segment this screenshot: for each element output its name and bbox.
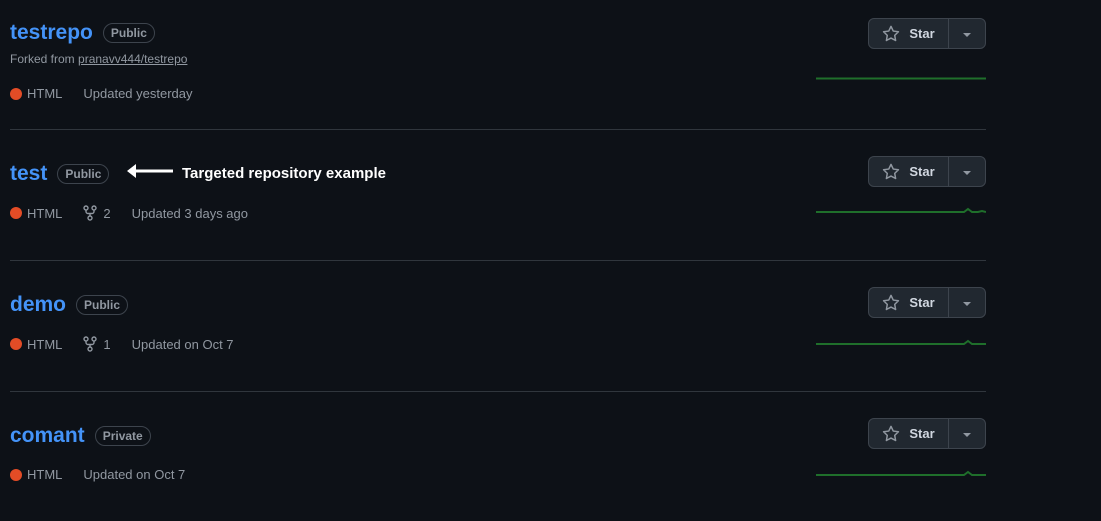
- repo-meta: HTML Updated on Oct 7: [10, 467, 206, 482]
- repo-meta: HTML 2 Updated 3 days ago: [10, 205, 269, 221]
- repo-name-link[interactable]: testrepo: [10, 20, 93, 46]
- repo-language: HTML: [10, 86, 62, 101]
- fork-count: 2: [103, 205, 111, 221]
- language-color-dot: [10, 468, 22, 481]
- repo-title-row: demo Public: [10, 292, 129, 318]
- activity-sparkline: [816, 77, 986, 80]
- chevron-down-icon: [962, 25, 972, 43]
- repo-list-item: testrepo Public Forked from pranavv444/t…: [10, 0, 986, 130]
- visibility-badge: Public: [57, 164, 110, 184]
- repo-language: HTML: [10, 206, 62, 221]
- language-color-dot: [10, 338, 22, 350]
- activity-sparkline: [816, 207, 986, 213]
- star-button-group: Star: [868, 18, 986, 49]
- star-list-dropdown-button[interactable]: [949, 288, 985, 317]
- repo-list-item: demo Public HTML 1 Updated on Oct 7 Star: [10, 261, 986, 392]
- repo-name-link[interactable]: demo: [10, 292, 66, 318]
- star-button-label: Star: [909, 295, 935, 310]
- activity-sparkline: [816, 470, 986, 476]
- fork-count-link[interactable]: 1: [83, 336, 111, 352]
- language-label: HTML: [27, 205, 63, 221]
- updated-time: Updated on Oct 7: [131, 336, 234, 352]
- star-list-dropdown-button[interactable]: [949, 419, 985, 448]
- star-icon: [882, 25, 900, 43]
- repo-name-link[interactable]: test: [10, 161, 47, 187]
- repo-title-row: test Public: [10, 161, 110, 187]
- language-label: HTML: [27, 467, 63, 482]
- repo-language: HTML: [10, 337, 62, 352]
- star-button[interactable]: Star: [869, 19, 949, 48]
- forked-from-text: Forked from pranavv444/testrepo: [10, 52, 187, 66]
- star-icon: [882, 294, 900, 312]
- forked-from-link[interactable]: pranavv444/testrepo: [78, 52, 187, 66]
- language-color-dot: [10, 207, 22, 219]
- star-button-group: Star: [868, 156, 986, 187]
- star-list-dropdown-button[interactable]: [949, 19, 985, 48]
- repo-list-item: comant Private HTML Updated on Oct 7 Sta…: [10, 392, 986, 521]
- forked-from-label: Forked from: [10, 52, 75, 66]
- arrow-left-icon: [126, 162, 174, 185]
- star-button-group: Star: [868, 418, 986, 449]
- updated-time: Updated on Oct 7: [83, 467, 186, 482]
- repo-list-item: test Public HTML 2 Updated 3 days ago St…: [10, 130, 986, 261]
- star-button[interactable]: Star: [869, 288, 949, 317]
- fork-icon: [83, 205, 98, 221]
- star-button[interactable]: Star: [869, 419, 949, 448]
- repo-title-row: testrepo Public: [10, 20, 155, 46]
- visibility-badge: Public: [102, 23, 155, 43]
- fork-count: 1: [103, 336, 111, 352]
- star-list-dropdown-button[interactable]: [949, 157, 985, 186]
- visibility-badge: Public: [76, 295, 129, 315]
- repo-language: HTML: [10, 467, 62, 482]
- star-button[interactable]: Star: [869, 157, 949, 186]
- chevron-down-icon: [962, 294, 972, 312]
- star-icon: [882, 425, 900, 443]
- visibility-badge: Private: [94, 426, 151, 446]
- language-color-dot: [10, 87, 22, 100]
- chevron-down-icon: [962, 425, 972, 443]
- fork-icon: [83, 336, 98, 352]
- fork-count-link[interactable]: 2: [83, 205, 111, 221]
- star-button-label: Star: [909, 26, 935, 41]
- repo-meta: HTML Updated yesterday: [10, 86, 214, 101]
- language-label: HTML: [27, 336, 63, 352]
- annotation-callout: Targeted repository example: [126, 162, 386, 185]
- star-button-label: Star: [909, 426, 935, 441]
- repo-title-row: comant Private: [10, 423, 151, 449]
- repo-meta: HTML 1 Updated on Oct 7: [10, 336, 255, 352]
- chevron-down-icon: [962, 163, 972, 181]
- updated-time: Updated yesterday: [83, 86, 193, 101]
- star-button-group: Star: [868, 287, 986, 318]
- activity-sparkline: [816, 339, 986, 345]
- annotation-text: Targeted repository example: [182, 165, 386, 182]
- updated-time: Updated 3 days ago: [131, 205, 248, 221]
- repo-name-link[interactable]: comant: [10, 423, 85, 449]
- star-button-label: Star: [909, 164, 935, 179]
- star-icon: [882, 163, 900, 181]
- repository-list: testrepo Public Forked from pranavv444/t…: [10, 0, 986, 521]
- language-label: HTML: [27, 86, 63, 101]
